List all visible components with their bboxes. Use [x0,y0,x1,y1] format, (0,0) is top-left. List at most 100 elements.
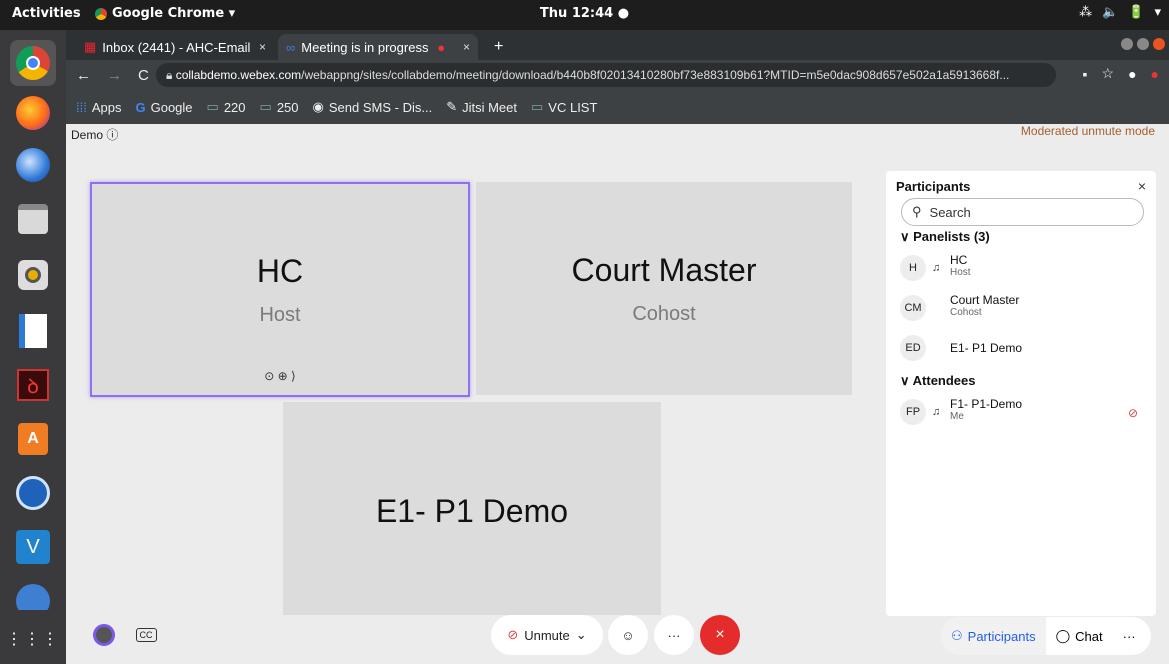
more-button[interactable]: ··· [1113,617,1146,655]
close-window-icon[interactable] [1153,38,1165,50]
address-bar[interactable]: 🔒︎ collabdemo.webex.com/webappng/sites/c… [156,63,1056,87]
attendees-header[interactable]: ∨ Attendees [900,373,976,389]
apps-grid-icon: ⁞⁞⁞ [76,99,87,115]
system-tray[interactable]: ⁂ 🔈 🔋 ▾ [1079,5,1161,20]
google-icon: G [135,99,146,115]
meeting-page: Demo ⓘ Moderated unmute mode HC Host ⊙ ⊕… [66,124,1169,664]
tab-label: Participants [967,628,1036,644]
reactions-button[interactable]: ☺ [608,615,648,655]
bookmark-label: 220 [223,99,246,115]
captions-icon: CC [135,628,157,642]
chevron-down-icon[interactable]: ⌄ [576,627,587,643]
star-icon[interactable]: ☆ [1102,65,1115,82]
volume-icon: 🔈 [1102,5,1119,20]
unmute-button[interactable]: ⊘ Unmute ⌄ [491,615,603,655]
list-item[interactable]: CM Court Master Cohost [900,293,1140,327]
tab-label: Chat [1075,628,1103,644]
network-icon: ⁂ [1079,5,1093,20]
close-tab-icon[interactable]: × [463,40,470,54]
minimize-icon[interactable] [1121,38,1133,50]
list-item[interactable]: FP ♫ F1- P1-Demo Me ⊘ [900,397,1140,431]
close-tab-icon[interactable]: × [259,40,266,54]
participant-name: E1- P1 Demo [950,341,1023,355]
captions-button[interactable]: CC [128,615,164,655]
address-row: ← → C 🔒︎ collabdemo.webex.com/webappng/s… [66,60,1169,90]
dock-software-icon[interactable]: A [10,416,56,462]
tab-strip: ▦ Inbox (2441) - AHC-Email × ∞ Meeting i… [66,30,1169,60]
bookmark-label: Apps [91,99,122,115]
avatar: ED [900,335,926,361]
dock-chrome-icon[interactable] [10,40,56,86]
tile-role: Cohost [632,302,696,325]
dock-vnc-icon[interactable]: V [10,524,56,570]
participant-name: Court Master [950,293,1020,307]
close-icon[interactable]: × [1138,178,1146,194]
video-tile-hc[interactable]: HC Host ⊙ ⊕ ⟩ [90,182,470,397]
tile-status-icons: ⊙ ⊕ ⟩ [264,369,296,383]
camera-icon[interactable]: ▪ [1083,66,1088,82]
bookmark-label: 250 [276,99,299,115]
participant-name: F1- P1-Demo [950,397,1023,411]
muted-mic-icon[interactable]: ⊘ [1128,406,1138,420]
list-item[interactable]: ED E1- P1 Demo [900,333,1140,367]
close-icon: × [715,626,725,643]
panelists-header[interactable]: ∨ Panelists (3) [900,229,990,245]
bookmark-jitsi[interactable]: ✎ Jitsi Meet [446,99,517,115]
back-icon[interactable]: ← [76,67,91,84]
headset-icon: ♫ [932,406,941,418]
tab-inbox[interactable]: ▦ Inbox (2441) - AHC-Email × [76,34,274,60]
reload-icon[interactable]: C [138,67,149,84]
tab-participants[interactable]: ⚇ Participants [941,617,1046,655]
search-icon: ⚲ [912,204,922,219]
bookmark-apps[interactable]: ⁞⁞⁞ Apps [76,100,121,115]
dock-firefox-icon[interactable] [10,90,56,136]
maximize-icon[interactable] [1137,38,1149,50]
bookmark-220[interactable]: ▭ 220 [207,99,246,115]
show-apps-icon[interactable]: ⋮⋮⋮ [6,616,58,662]
participant-role: Host [950,267,971,278]
video-tile-e1-p1-demo[interactable]: E1- P1 Demo [283,402,661,615]
globe-icon: ◉ [312,99,324,114]
more-options-button[interactable]: ··· [654,615,694,655]
clock[interactable]: Thu 12:44 ● [0,6,1169,21]
search-input[interactable]: ⚲ Search [901,198,1144,226]
ellipsis-icon: ··· [667,627,681,643]
tab-label: Meeting is in progress [301,39,429,55]
bookmark-250[interactable]: ▭ 250 [260,99,299,115]
dock-acrobat-icon[interactable]: ꝺ [10,362,56,408]
url-domain: collabdemo.webex.com [175,68,302,82]
url-path: /webappng/sites/collabdemo/meeting/downl… [301,68,1010,82]
extension-icon[interactable]: ● [1151,66,1159,82]
dock-help-icon[interactable] [10,580,56,610]
browser-chrome: ▦ Inbox (2441) - AHC-Email × ∞ Meeting i… [66,30,1169,124]
tab-chat[interactable]: ◯ Chat [1046,617,1113,655]
window-controls[interactable] [1121,38,1165,50]
profile-icon[interactable]: ● [1128,66,1136,82]
image-icon: ▭ [206,99,219,114]
muted-mic-icon: ⊘ [507,627,519,642]
bookmark-google[interactable]: G Google [135,100,192,115]
tile-role: Host [259,303,301,326]
bookmark-label: Google [150,99,193,115]
panel-title: Participants [896,179,971,194]
video-tile-court-master[interactable]: Court Master Cohost [476,182,852,395]
tab-meeting[interactable]: ∞ Meeting is in progress ● × [278,34,478,60]
unmute-label: Unmute [524,627,570,643]
bookmark-vc-list[interactable]: ▭ VC LIST [531,99,597,115]
new-tab-button[interactable]: + [486,34,511,60]
meeting-title[interactable]: Demo ⓘ [71,126,118,143]
lock-icon: 🔒︎ [166,68,176,82]
image-icon: ▭ [531,99,544,114]
assistant-button[interactable] [84,615,124,655]
dock-kodi-icon[interactable] [10,470,56,516]
dock-thunderbird-icon[interactable] [10,142,56,188]
dock-writer-icon[interactable] [10,308,56,354]
list-item[interactable]: H ♫ HC Host [900,253,1140,287]
dock-files-icon[interactable] [10,196,56,242]
forward-icon[interactable]: → [107,67,122,84]
bookmark-send-sms[interactable]: ◉ Send SMS - Dis... [313,99,433,115]
avatar: H [900,255,926,281]
dock-rhythmbox-icon[interactable] [10,252,56,298]
tile-name: Court Master [571,251,757,288]
leave-meeting-button[interactable]: × [700,615,740,655]
